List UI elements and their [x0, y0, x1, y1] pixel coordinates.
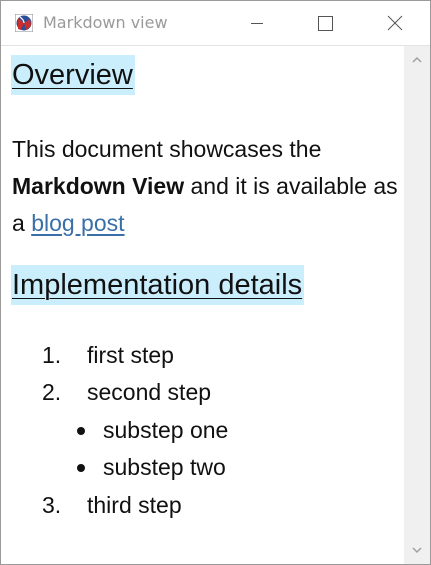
- bullet-icon: [77, 464, 85, 472]
- sub-list-item-text: substep two: [103, 454, 226, 480]
- scroll-down-arrow-icon[interactable]: [404, 539, 430, 561]
- minimize-icon: [251, 23, 263, 24]
- vertical-scrollbar[interactable]: [404, 46, 430, 564]
- blog-post-link[interactable]: blog post: [31, 210, 124, 236]
- list-number: 2.: [42, 379, 62, 405]
- scroll-up-arrow-icon[interactable]: [404, 49, 430, 71]
- sub-list-item-text: substep one: [103, 417, 229, 443]
- window-title: Markdown view: [43, 13, 168, 32]
- app-window: Markdown view Overview This document sho…: [0, 0, 431, 565]
- heading-overview: Overview: [11, 55, 135, 95]
- paragraph-text-start: This document showcases the: [12, 136, 322, 162]
- bullet-icon: [77, 427, 85, 435]
- maximize-button[interactable]: [302, 1, 348, 45]
- minimize-button[interactable]: [234, 1, 280, 45]
- list-number: 3.: [42, 492, 62, 518]
- title-bar[interactable]: Markdown view: [1, 1, 430, 46]
- list-item-text: third step: [87, 492, 182, 518]
- close-icon: [387, 15, 403, 31]
- markdown-content: Overview This document showcases the Mar…: [1, 46, 404, 564]
- list-item-text: second step: [87, 379, 212, 405]
- heading-implementation-details: Implementation details: [11, 265, 305, 305]
- maximize-icon: [318, 16, 333, 31]
- intro-paragraph: This document showcases the Markdown Vie…: [12, 131, 402, 242]
- close-button[interactable]: [372, 1, 418, 45]
- list-number: 1.: [42, 342, 62, 368]
- racket-logo-icon: [15, 14, 33, 32]
- paragraph-bold-text: Markdown View: [12, 173, 185, 199]
- list-item-text: first step: [87, 342, 174, 368]
